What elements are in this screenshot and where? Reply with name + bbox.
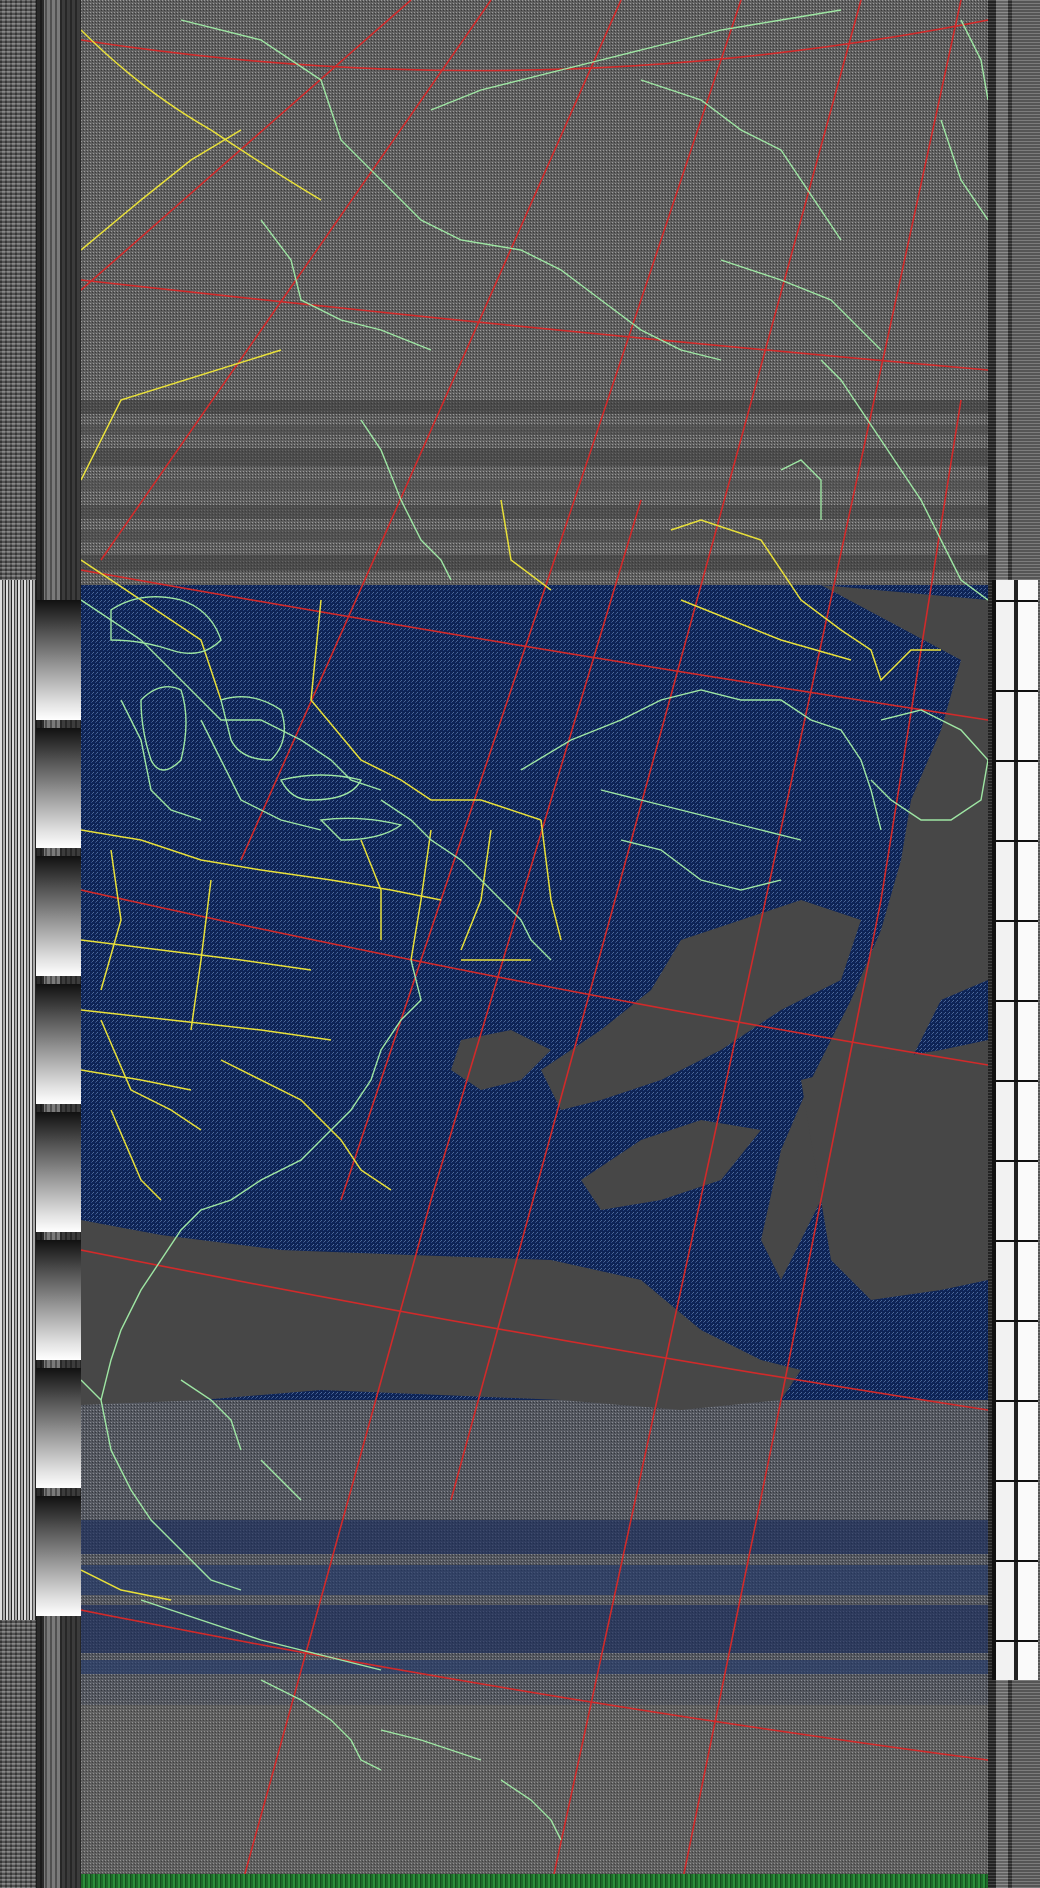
right-sync-tick xyxy=(992,760,1038,762)
left-sync-bars xyxy=(0,580,36,1620)
right-sync-tick xyxy=(992,1080,1038,1082)
right-sync-tick xyxy=(992,1400,1038,1402)
right-sync-bright-bars xyxy=(992,580,1038,1680)
map-overlay xyxy=(81,0,988,1888)
calibration-wedge-block xyxy=(36,1240,81,1360)
upper-land-region xyxy=(81,0,988,585)
right-sync-tick xyxy=(992,920,1038,922)
left-telemetry-strip xyxy=(0,0,81,1888)
calibration-wedge-block xyxy=(36,1112,81,1232)
right-sync-tick xyxy=(992,1320,1038,1322)
calibration-wedge-column xyxy=(36,0,81,1888)
bottom-sync-band xyxy=(81,1874,988,1888)
right-sync-tick xyxy=(992,1160,1038,1162)
calibration-wedge-block xyxy=(36,856,81,976)
calibration-wedge-block xyxy=(36,984,81,1104)
right-sync-tick xyxy=(992,1240,1038,1242)
right-sync-tick xyxy=(992,1640,1038,1642)
calibration-wedge-block xyxy=(36,728,81,848)
right-sync-tick xyxy=(992,1480,1038,1482)
calibration-wedge-block xyxy=(36,1368,81,1488)
right-sync-tick xyxy=(992,840,1038,842)
right-sync-tick xyxy=(992,1000,1038,1002)
satellite-image xyxy=(0,0,1040,1888)
right-sync-tick xyxy=(992,600,1038,602)
calibration-wedge-block xyxy=(36,600,81,720)
right-sync-tick xyxy=(992,1560,1038,1562)
earth-image-area xyxy=(81,0,988,1888)
right-sync-tick xyxy=(992,690,1038,692)
calibration-wedge-block xyxy=(36,1496,81,1616)
